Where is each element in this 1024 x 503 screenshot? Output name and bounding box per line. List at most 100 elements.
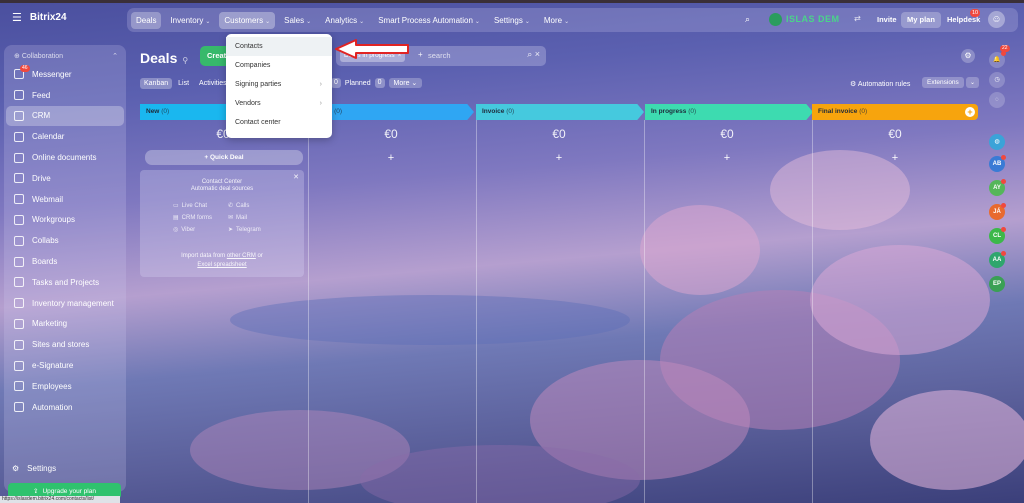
stage-header-in-progress[interactable]: In progress (0) xyxy=(645,104,813,120)
menu-item-companies[interactable]: Companies xyxy=(226,56,332,75)
brand-logo[interactable]: Bitrix24 xyxy=(30,12,67,23)
sidebar-item-feed[interactable]: Feed xyxy=(6,85,124,106)
sidebar-item-sites[interactable]: Sites and stores xyxy=(6,334,124,355)
timer-icon[interactable]: ◷ xyxy=(989,72,1005,88)
nav-smart-process[interactable]: Smart Process Automation ⌄ xyxy=(373,12,485,29)
source-viber[interactable]: ◎ Viber xyxy=(173,226,228,233)
source-live-chat[interactable]: ▭ Live Chat xyxy=(173,202,228,209)
user-avatar-icon[interactable]: ☺ xyxy=(988,11,1005,28)
sidebar-item-workgroups[interactable]: Workgroups xyxy=(6,210,124,231)
nav-settings[interactable]: Settings ⌄ xyxy=(489,12,535,29)
sidebar-item-automation[interactable]: Automation xyxy=(6,397,124,418)
add-deal-button[interactable]: + xyxy=(476,152,642,164)
add-deal-button[interactable]: + xyxy=(308,152,474,164)
avatar-ja[interactable]: JÁ xyxy=(989,203,1006,220)
chevron-down-icon: ⌄ xyxy=(524,18,530,25)
sidebar-item-collabs[interactable]: Collabs xyxy=(6,230,124,251)
chat-search-icon[interactable]: ◌ xyxy=(989,92,1005,108)
settings-label: Settings xyxy=(27,464,57,473)
menu-icon[interactable]: ☰ xyxy=(12,11,22,24)
view-tabs: Kanban List Activities xyxy=(140,78,231,89)
sidebar-item-employees[interactable]: Employees xyxy=(6,376,124,397)
nav-more[interactable]: More ⌄ xyxy=(539,12,574,29)
search-clear-icons[interactable]: ⌕ × xyxy=(527,49,540,60)
chevron-down-icon: ⌄ xyxy=(306,18,312,25)
sidebar-item-label: Boards xyxy=(32,257,58,267)
source-calls[interactable]: ✆ Calls xyxy=(228,202,283,209)
source-mail[interactable]: ✉ Mail xyxy=(228,214,283,221)
nav-customers[interactable]: Customers ⌄ xyxy=(219,11,276,29)
search-icon[interactable]: ⌕ xyxy=(745,14,750,25)
sidebar-item-esignature[interactable]: e-Signature xyxy=(6,355,124,376)
avatar-cl[interactable]: CL xyxy=(989,227,1006,244)
stage-header-invoice[interactable]: Invoice (0) xyxy=(476,104,644,120)
add-filter-icon[interactable]: + xyxy=(418,50,423,59)
extensions-button[interactable]: Extensions xyxy=(922,77,964,88)
invite-button[interactable]: Invite xyxy=(871,12,903,28)
import-excel-link[interactable]: Excel spreadsheet xyxy=(197,262,246,268)
sidebar-settings[interactable]: ⚙ Settings xyxy=(12,464,56,473)
sidebar-item-label: CRM xyxy=(32,111,51,121)
source-crm-forms[interactable]: ▤ CRM forms xyxy=(173,214,228,221)
nav-inventory[interactable]: Inventory ⌄ xyxy=(165,12,215,29)
planned-label[interactable]: Planned xyxy=(345,80,371,87)
nav-label: Settings xyxy=(493,15,523,25)
chevron-down-icon[interactable]: ⌄ xyxy=(966,77,980,88)
import-other-crm-link[interactable]: other CRM xyxy=(227,253,256,259)
nav-label: Customers xyxy=(224,15,264,25)
avatar-ep[interactable]: EP xyxy=(989,276,1005,292)
add-deal-button[interactable]: + xyxy=(812,152,978,164)
automation-icon xyxy=(14,402,24,413)
avatar-ab[interactable]: AB xyxy=(989,155,1006,172)
unread-dot xyxy=(1001,251,1006,256)
collaboration-icon: ⊕ xyxy=(14,53,22,60)
company-logo[interactable]: ISLAS DEM xyxy=(769,10,855,28)
tab-kanban[interactable]: Kanban xyxy=(140,78,173,89)
sidebar-item-tasks[interactable]: Tasks and Projects xyxy=(6,272,124,293)
more-count: 0 xyxy=(374,78,385,88)
nav-deals[interactable]: Deals xyxy=(131,11,162,29)
sidebar-item-marketing[interactable]: Marketing xyxy=(6,314,124,335)
swap-icon[interactable]: ⇄ xyxy=(854,14,861,23)
sidebar-item-drive[interactable]: Drive xyxy=(6,168,124,189)
document-icon xyxy=(14,152,24,163)
add-deal-button[interactable]: + xyxy=(644,152,810,164)
quick-deal-button[interactable]: + Quick Deal xyxy=(145,150,303,165)
tab-list[interactable]: List xyxy=(174,78,193,89)
sidebar-section-header[interactable]: ⊕ Collaboration ⌃ xyxy=(4,45,126,64)
menu-item-contact-center[interactable]: Contact center xyxy=(226,113,332,132)
sidebar-item-webmail[interactable]: Webmail xyxy=(6,189,124,210)
close-icon[interactable]: ✕ xyxy=(293,173,299,181)
chevron-down-icon: ⌄ xyxy=(265,18,271,25)
link-icon[interactable]: ⚲ xyxy=(182,56,188,65)
menu-item-signing-parties[interactable]: Signing parties › xyxy=(226,75,332,94)
menu-item-vendors[interactable]: Vendors › xyxy=(226,94,332,113)
bell-icon[interactable]: 🔔 xyxy=(989,51,1006,68)
source-telegram[interactable]: ➤ Telegram xyxy=(228,226,283,233)
sidebar-item-calendar[interactable]: Calendar xyxy=(6,126,124,147)
avatar-ay[interactable]: AY xyxy=(989,179,1006,196)
automation-rules-button[interactable]: ⚙ Automation rules xyxy=(846,78,914,90)
sidebar-item-crm[interactable]: CRM xyxy=(6,105,124,127)
viber-icon: ◎ xyxy=(173,227,179,233)
upgrade-label: Upgrade your plan xyxy=(42,487,96,495)
sidebar-item-inventory[interactable]: Inventory management xyxy=(6,293,124,314)
search-input[interactable]: search xyxy=(428,51,451,60)
sidebar-item-messenger[interactable]: 46 Messenger xyxy=(6,64,124,85)
menu-item-label: Vendors xyxy=(235,100,261,107)
stage-header-final-invoice[interactable]: Final invoice (0) + xyxy=(812,104,978,120)
add-stage-icon[interactable]: + xyxy=(965,107,975,117)
menu-item-contacts[interactable]: Contacts xyxy=(226,37,332,56)
sidebar-item-boards[interactable]: Boards xyxy=(6,251,124,272)
avatar-aa[interactable]: AA xyxy=(989,251,1006,268)
my-plan-button[interactable]: My plan xyxy=(901,12,941,28)
chevron-right-icon: › xyxy=(319,81,322,88)
gear-icon[interactable]: ⚙ xyxy=(961,49,975,63)
group-avatar-icon[interactable]: ◍ xyxy=(989,134,1005,150)
unread-dot xyxy=(1001,227,1006,232)
more-counters-button[interactable]: More ⌄ xyxy=(388,78,423,88)
collapse-icon[interactable]: ⌃ xyxy=(112,52,118,60)
nav-sales[interactable]: Sales ⌄ xyxy=(279,12,316,29)
sidebar-item-online-documents[interactable]: Online documents xyxy=(6,147,124,168)
nav-analytics[interactable]: Analytics ⌄ xyxy=(320,12,369,29)
